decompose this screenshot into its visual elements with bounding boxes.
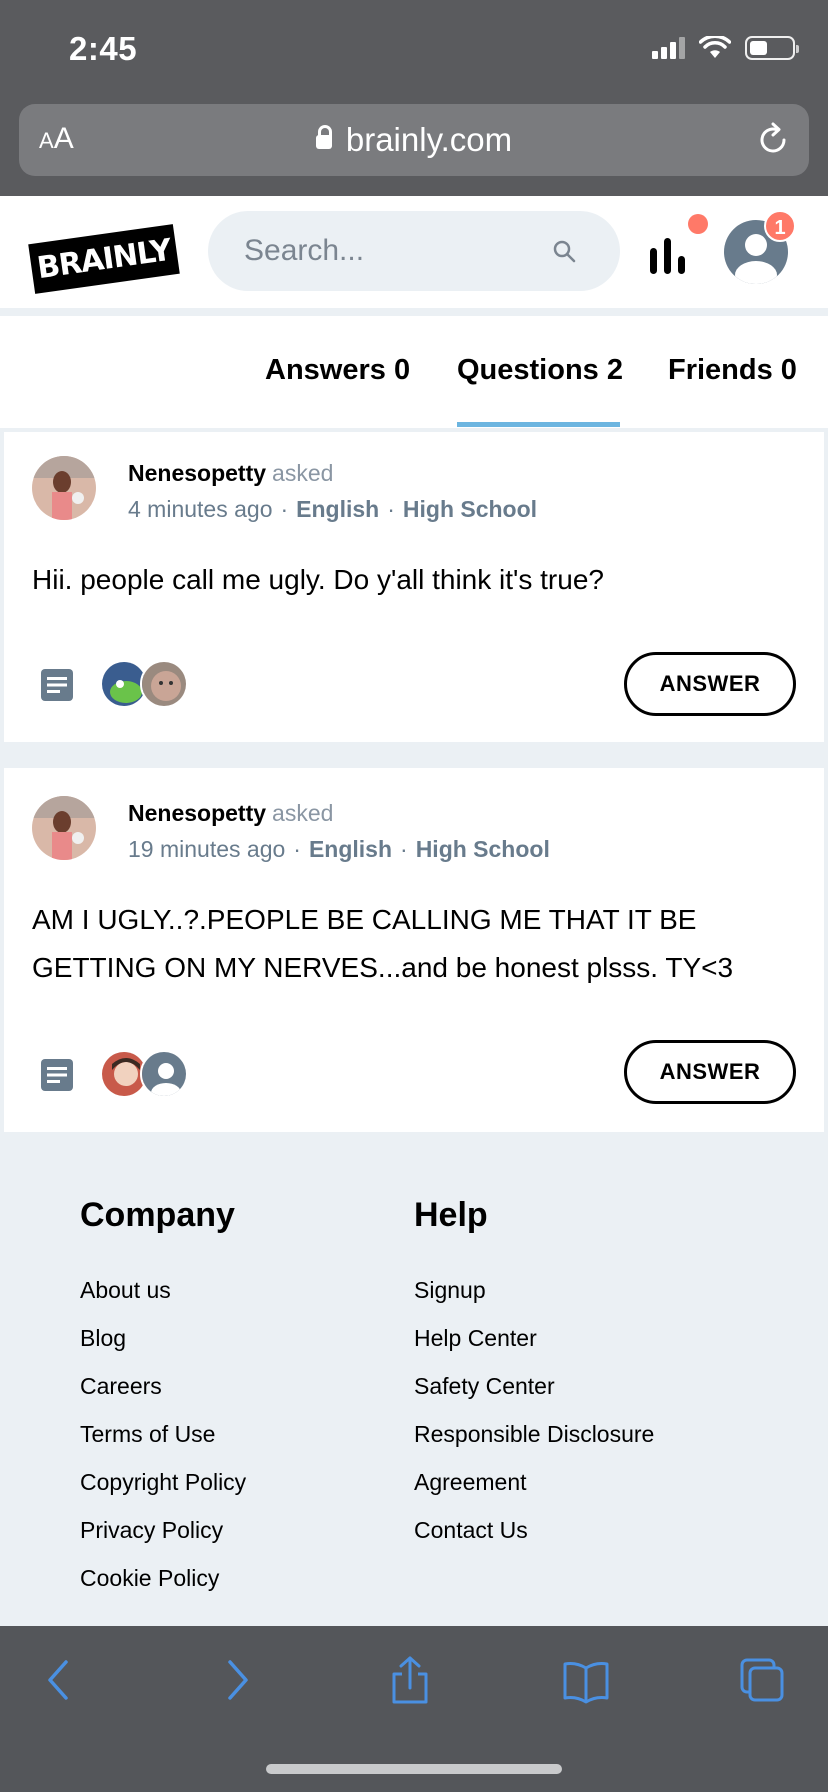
wifi-icon	[699, 36, 731, 58]
site-header: BRAINLY 1	[0, 196, 828, 312]
profile-tabs: Answers 0 Questions 2 Friends 0	[0, 316, 828, 428]
brainly-logo[interactable]: BRAINLY	[28, 224, 180, 294]
url-text: brainly.com	[345, 121, 513, 158]
footer-link[interactable]: Blog	[80, 1314, 246, 1362]
question-text[interactable]: Hii. people call me ugly. Do y'all think…	[32, 556, 792, 604]
asked-label: asked	[272, 460, 334, 486]
tabs-icon[interactable]	[738, 1656, 786, 1704]
level-tag[interactable]: High School	[403, 496, 537, 522]
answer-button[interactable]: ANSWER	[624, 1040, 796, 1104]
author-avatar[interactable]	[32, 456, 96, 520]
footer-link[interactable]: About us	[80, 1266, 246, 1314]
answerer-avatar	[140, 1050, 188, 1098]
search-icon[interactable]	[552, 239, 576, 263]
author-name[interactable]: Nenesopetty	[128, 800, 266, 826]
author-line: Nenesopetty asked	[128, 460, 333, 487]
question-time: 4 minutes ago	[128, 496, 273, 522]
battery-icon	[745, 36, 799, 60]
footer-link[interactable]: Careers	[80, 1362, 246, 1410]
notification-badge: 1	[764, 210, 796, 242]
cellular-signal-icon	[652, 37, 685, 59]
question-text[interactable]: AM I UGLY..?.PEOPLE BE CALLING ME THAT I…	[32, 896, 792, 992]
subject-tag[interactable]: English	[309, 836, 392, 862]
subject-tag[interactable]: English	[296, 496, 379, 522]
answer-button[interactable]: ANSWER	[624, 652, 796, 716]
footer-link[interactable]: Terms of Use	[80, 1410, 246, 1458]
site-footer: Company About us Blog Careers Terms of U…	[0, 1152, 828, 1626]
footer-link[interactable]: Copyright Policy	[80, 1458, 246, 1506]
tab-answers[interactable]: Answers 0	[265, 354, 410, 387]
status-time: 2:45	[69, 30, 138, 67]
share-icon[interactable]	[386, 1656, 434, 1704]
address-bar[interactable]: AA brainly.com	[19, 104, 809, 176]
stats-notification-dot	[688, 214, 708, 234]
question-time: 19 minutes ago	[128, 836, 286, 862]
asked-label: asked	[272, 800, 334, 826]
footer-link[interactable]: Privacy Policy	[80, 1506, 246, 1554]
document-icon	[41, 669, 73, 701]
tab-friends[interactable]: Friends 0	[668, 354, 797, 387]
footer-link[interactable]: Cookie Policy	[80, 1554, 246, 1602]
answerer-avatar	[140, 660, 188, 708]
stats-icon[interactable]	[648, 238, 688, 274]
footer-help-title: Help	[414, 1196, 488, 1234]
tab-questions[interactable]: Questions 2	[457, 354, 623, 387]
author-name[interactable]: Nenesopetty	[128, 460, 266, 486]
footer-link[interactable]: Safety Center	[414, 1362, 654, 1410]
home-indicator	[266, 1764, 562, 1774]
question-meta: 4 minutes ago · English · High School	[128, 496, 538, 522]
footer-link[interactable]: Agreement	[414, 1458, 654, 1506]
footer-link[interactable]: Help Center	[414, 1314, 654, 1362]
lock-icon	[315, 125, 332, 149]
footer-company-title: Company	[80, 1196, 235, 1234]
question-card[interactable]: Nenesopetty asked 4 minutes ago · English · H…	[4, 432, 824, 742]
search-input[interactable]	[244, 211, 544, 291]
active-tab-indicator	[457, 422, 620, 427]
author-avatar[interactable]	[32, 796, 96, 860]
question-card[interactable]: Nenesopetty asked 19 minutes ago · English ·…	[4, 768, 824, 1132]
document-icon	[41, 1059, 73, 1091]
footer-link[interactable]: Responsible Disclosure	[414, 1410, 654, 1458]
footer-link[interactable]: Signup	[414, 1266, 654, 1314]
ios-top-bar: 2:45 AA brainly.com	[0, 0, 828, 196]
footer-company-links: About us Blog Careers Terms of Use Copyr…	[80, 1266, 246, 1602]
reload-icon[interactable]	[753, 120, 793, 160]
bookmarks-icon[interactable]	[562, 1656, 610, 1704]
forward-icon[interactable]	[212, 1656, 260, 1704]
back-icon[interactable]	[36, 1656, 84, 1704]
author-line: Nenesopetty asked	[128, 800, 333, 827]
footer-link[interactable]: Contact Us	[414, 1506, 654, 1554]
level-tag[interactable]: High School	[416, 836, 550, 862]
question-meta: 19 minutes ago · English · High School	[128, 836, 550, 862]
url-display[interactable]: brainly.com	[19, 121, 809, 159]
footer-help-links: Signup Help Center Safety Center Respons…	[414, 1266, 654, 1554]
status-icons	[652, 36, 799, 60]
search-box[interactable]	[208, 211, 620, 291]
